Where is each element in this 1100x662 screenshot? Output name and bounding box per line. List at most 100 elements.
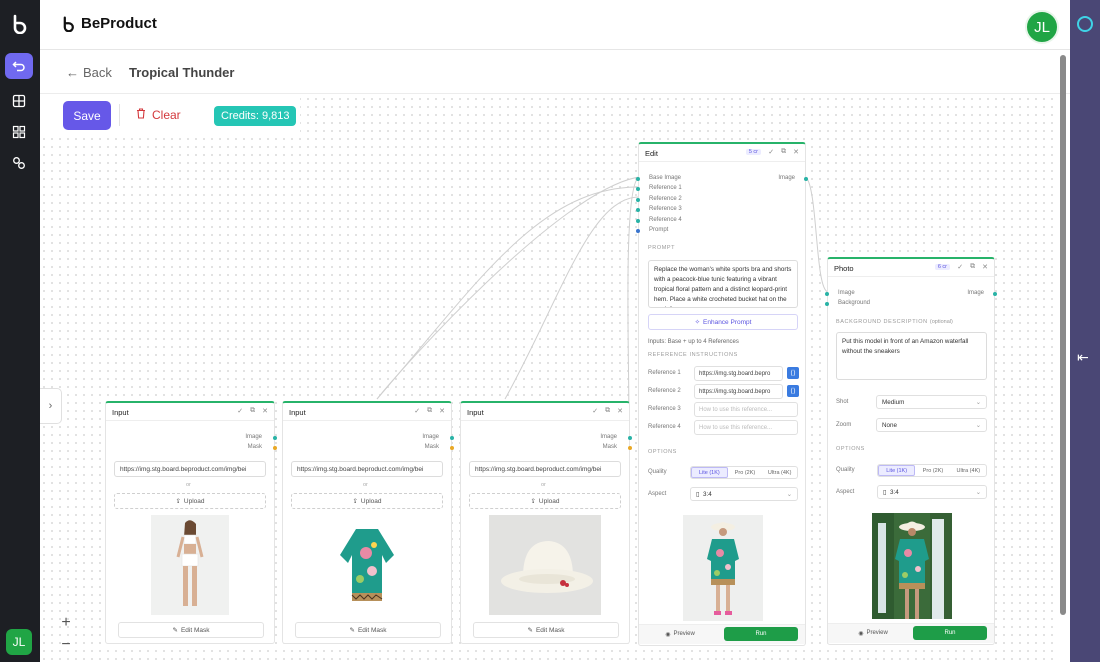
quality-option-pro[interactable]: Pro (2K) xyxy=(915,465,950,476)
port-reference-1-handle[interactable] xyxy=(636,187,640,191)
background-description-label: BACKGROUND DESCRIPTION (optional) xyxy=(836,319,953,325)
input-node-3[interactable]: Input ✓ ⧉ ✕ Image Mask https://img.stg.boa… xyxy=(460,401,632,644)
port-mask-handle[interactable] xyxy=(273,446,277,450)
input-node-1[interactable]: Input ✓ ⧉ ✕ Image Mask https://img.stg.boa… xyxy=(105,401,277,644)
close-icon[interactable]: ✕ xyxy=(617,407,623,415)
back-button[interactable]: ← Back xyxy=(66,65,112,80)
quality-segmented-control[interactable]: Lite (1K) Pro (2K) Ultra (4K) xyxy=(690,466,798,479)
collapse-panel-icon[interactable]: ⇤ xyxy=(1077,349,1089,366)
node-header[interactable]: Photo 6 cr ✓ ⧉ ✕ xyxy=(828,259,994,277)
input-image-thumbnail[interactable] xyxy=(151,515,229,615)
reference-4-input[interactable]: How to use this reference... xyxy=(694,420,798,435)
zoom-select[interactable]: None ⌄ xyxy=(876,418,987,432)
copy-icon[interactable]: ⧉ xyxy=(427,407,432,415)
upload-button[interactable]: ⇪ Upload xyxy=(469,493,621,509)
options-section-label: OPTIONS xyxy=(648,449,677,455)
expand-sidebar-button[interactable]: › xyxy=(40,388,62,424)
apps-icon[interactable] xyxy=(5,119,33,145)
node-header[interactable]: Input ✓ ⧉ ✕ xyxy=(106,403,274,421)
port-reference-2-handle[interactable] xyxy=(636,198,640,202)
photo-output-thumbnail[interactable] xyxy=(872,513,952,619)
reference-1-input[interactable]: https://img.stg.board.bepro xyxy=(694,366,783,381)
edit-node[interactable]: Edit 5 cr ✓ ⧉ ✕ Base Image Reference 1 Ref… xyxy=(636,142,808,646)
clear-button[interactable]: Clear xyxy=(136,108,181,122)
port-image-handle[interactable] xyxy=(450,436,454,440)
run-button[interactable]: Run xyxy=(724,627,798,641)
zoom-in-button[interactable]: + xyxy=(54,613,78,633)
port-output-handle[interactable] xyxy=(993,292,997,296)
port-background-handle[interactable] xyxy=(825,302,829,306)
quality-option-lite[interactable]: Lite (1K) xyxy=(878,465,916,476)
aspect-select[interactable]: ▯ 3:4 ⌄ xyxy=(690,487,798,501)
port-output-handle[interactable] xyxy=(804,177,808,181)
grid-icon[interactable] xyxy=(5,88,33,114)
copy-icon[interactable]: ⧉ xyxy=(605,407,610,415)
background-description-textarea[interactable]: Put this model in front of an Amazon wat… xyxy=(836,332,987,380)
scrollbar-thumb[interactable] xyxy=(1060,55,1066,615)
input-image-thumbnail[interactable] xyxy=(489,515,601,615)
port-reference-4-handle[interactable] xyxy=(636,219,640,223)
close-icon[interactable]: ✕ xyxy=(982,263,988,271)
port-image-handle[interactable] xyxy=(825,292,829,296)
vertical-scrollbar[interactable] xyxy=(1058,55,1068,615)
rail-avatar[interactable]: JL xyxy=(6,629,32,655)
quality-option-pro[interactable]: Pro (2K) xyxy=(728,467,763,478)
image-url-input[interactable]: https://img.stg.board.beproduct.com/img/… xyxy=(114,461,266,477)
image-url-input[interactable]: https://img.stg.board.beproduct.com/img/… xyxy=(469,461,621,477)
quality-option-lite[interactable]: Lite (1K) xyxy=(691,467,728,478)
edit-mask-button[interactable]: ✎ Edit Mask xyxy=(473,622,619,638)
save-button[interactable]: Save xyxy=(63,101,111,130)
copy-icon[interactable]: ⧉ xyxy=(781,148,786,156)
logo-icon[interactable] xyxy=(9,14,29,39)
image-url-input[interactable]: https://img.stg.board.beproduct.com/img/… xyxy=(291,461,443,477)
close-icon[interactable]: ✕ xyxy=(793,148,799,156)
check-icon[interactable]: ✓ xyxy=(237,407,243,415)
input-image-thumbnail[interactable] xyxy=(328,515,406,615)
check-icon[interactable]: ✓ xyxy=(768,148,774,156)
input-node-2[interactable]: Input ✓ ⧉ ✕ Image Mask https://img.stg.boa… xyxy=(282,401,454,644)
aspect-select[interactable]: ▯ 3:4 ⌄ xyxy=(877,485,987,499)
close-icon[interactable]: ✕ xyxy=(262,407,268,415)
node-header[interactable]: Edit 5 cr ✓ ⧉ ✕ xyxy=(639,144,805,162)
quality-segmented-control[interactable]: Lite (1K) Pro (2K) Ultra (4K) xyxy=(877,464,987,477)
undo-icon[interactable] xyxy=(5,53,33,79)
port-image-handle[interactable] xyxy=(628,436,632,440)
port-base-image-handle[interactable] xyxy=(636,177,640,181)
shot-select[interactable]: Medium ⌄ xyxy=(876,395,987,409)
edit-output-thumbnail[interactable] xyxy=(683,515,763,621)
edit-mask-button[interactable]: ✎ Edit Mask xyxy=(118,622,264,638)
check-icon[interactable]: ✓ xyxy=(957,263,963,271)
close-icon[interactable]: ✕ xyxy=(439,407,445,415)
reference-2-link-icon[interactable]: ⟨⟩ xyxy=(787,385,799,397)
preview-button[interactable]: ◉ Preview xyxy=(645,627,715,641)
copy-icon[interactable]: ⧉ xyxy=(970,263,975,271)
quality-option-ultra[interactable]: Ultra (4K) xyxy=(951,465,986,476)
prompt-textarea[interactable]: Replace the woman's white sports bra and… xyxy=(648,260,798,308)
upload-button[interactable]: ⇪ Upload xyxy=(291,493,443,509)
reference-2-input[interactable]: https://img.stg.board.bepro xyxy=(694,384,783,399)
nodes-icon[interactable] xyxy=(5,150,33,176)
port-prompt-handle[interactable] xyxy=(636,229,640,233)
preview-button[interactable]: ◉ Preview xyxy=(834,626,912,640)
photo-node[interactable]: Photo 6 cr ✓ ⧉ ✕ Image Background Image BA… xyxy=(825,257,997,645)
user-avatar[interactable]: JL xyxy=(1025,10,1059,44)
port-mask-handle[interactable] xyxy=(450,446,454,450)
port-mask-handle[interactable] xyxy=(628,446,632,450)
reference-3-input[interactable]: How to use this reference... xyxy=(694,402,798,417)
node-header[interactable]: Input ✓ ⧉ ✕ xyxy=(283,403,451,421)
status-ring-icon[interactable] xyxy=(1077,16,1093,32)
check-icon[interactable]: ✓ xyxy=(592,407,598,415)
reference-1-link-icon[interactable]: ⟨⟩ xyxy=(787,367,799,379)
port-image-handle[interactable] xyxy=(273,436,277,440)
enhance-prompt-button[interactable]: ✧ Enhance Prompt xyxy=(648,314,798,330)
node-header[interactable]: Input ✓ ⧉ ✕ xyxy=(461,403,629,421)
copy-icon[interactable]: ⧉ xyxy=(250,407,255,415)
zoom-out-button[interactable]: − xyxy=(54,635,78,655)
port-reference-3-handle[interactable] xyxy=(636,208,640,212)
upload-button[interactable]: ⇪ Upload xyxy=(114,493,266,509)
brand-logo[interactable]: BeProduct xyxy=(60,15,157,32)
edit-mask-button[interactable]: ✎ Edit Mask xyxy=(295,622,441,638)
run-button[interactable]: Run xyxy=(913,626,987,640)
check-icon[interactable]: ✓ xyxy=(414,407,420,415)
quality-option-ultra[interactable]: Ultra (4K) xyxy=(762,467,797,478)
